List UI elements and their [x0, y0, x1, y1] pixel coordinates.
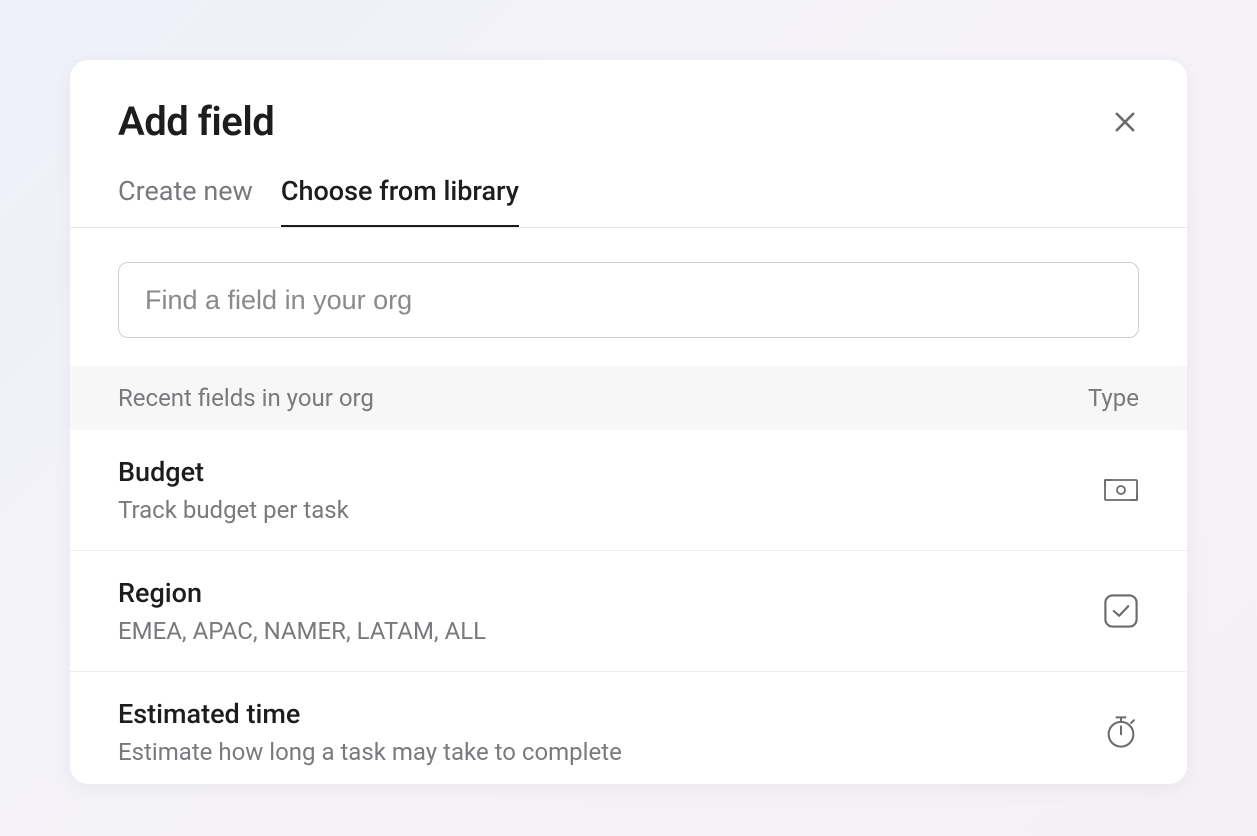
field-text: Budget Track budget per task — [118, 456, 349, 524]
add-field-dialog: Add field Create new Choose from library… — [70, 60, 1187, 784]
checkbox-icon — [1103, 593, 1139, 629]
section-header: Recent fields in your org Type — [70, 366, 1187, 430]
search-input[interactable] — [118, 262, 1139, 338]
field-text: Region EMEA, APAC, NAMER, LATAM, ALL — [118, 577, 486, 645]
tabs: Create new Choose from library — [118, 175, 1139, 227]
field-row-estimated-time[interactable]: Estimated time Estimate how long a task … — [70, 672, 1187, 784]
type-column-label: Type — [1088, 384, 1139, 412]
field-row-region[interactable]: Region EMEA, APAC, NAMER, LATAM, ALL — [70, 551, 1187, 672]
dialog-title: Add field — [118, 98, 1139, 145]
field-list: Budget Track budget per task Region EMEA… — [70, 430, 1187, 784]
field-name: Region — [118, 577, 486, 609]
field-row-budget[interactable]: Budget Track budget per task — [70, 430, 1187, 551]
stopwatch-icon — [1103, 714, 1139, 750]
close-button[interactable] — [1111, 108, 1139, 136]
field-description: Track budget per task — [118, 496, 349, 524]
currency-icon — [1103, 472, 1139, 508]
recent-fields-label: Recent fields in your org — [118, 384, 374, 412]
dialog-header: Add field Create new Choose from library — [70, 60, 1187, 227]
field-name: Estimated time — [118, 698, 622, 730]
field-name: Budget — [118, 456, 349, 488]
field-text: Estimated time Estimate how long a task … — [118, 698, 622, 766]
close-icon — [1111, 108, 1139, 136]
search-container — [70, 228, 1187, 366]
tab-choose-from-library[interactable]: Choose from library — [281, 175, 519, 227]
tab-create-new[interactable]: Create new — [118, 175, 253, 227]
field-description: Estimate how long a task may take to com… — [118, 738, 622, 766]
field-description: EMEA, APAC, NAMER, LATAM, ALL — [118, 617, 486, 645]
